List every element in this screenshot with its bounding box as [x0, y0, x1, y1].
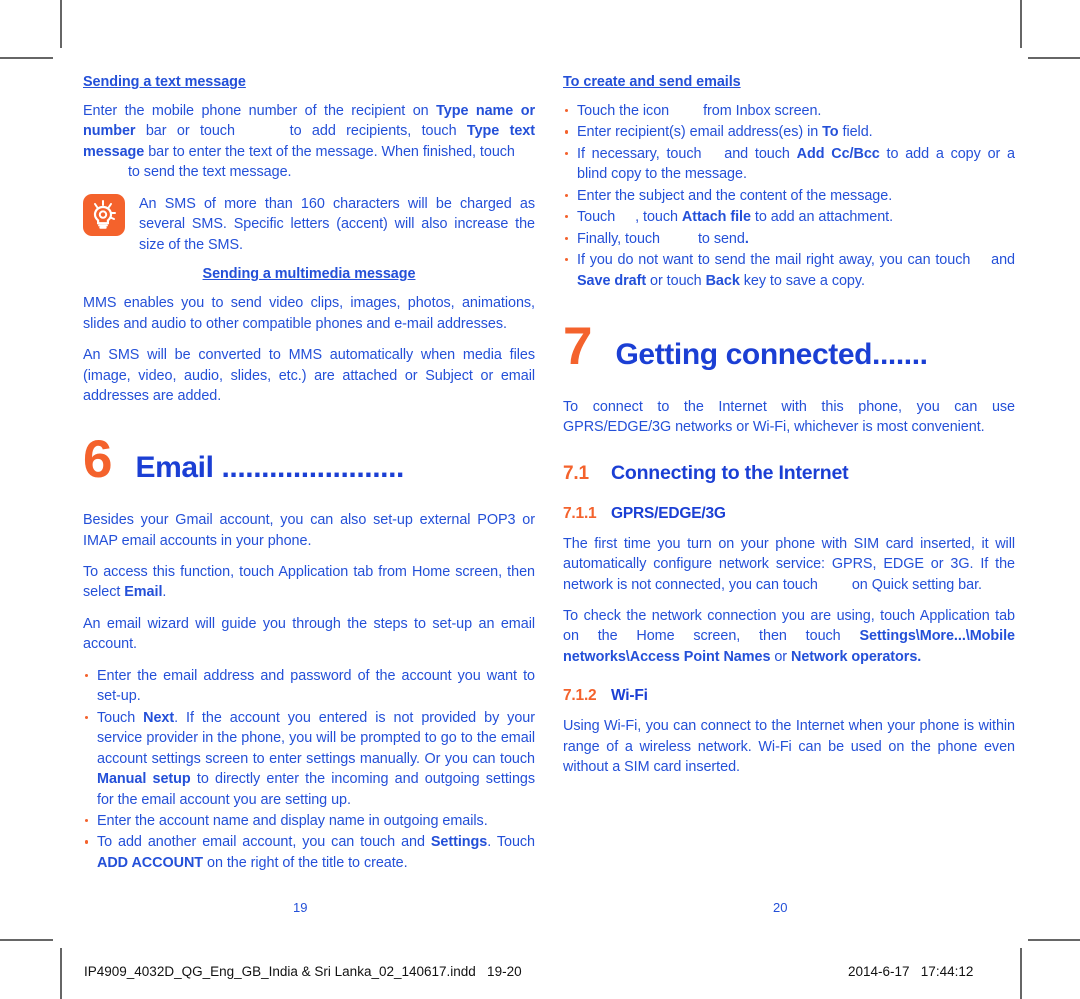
- list-item: Touch the icon from Inbox screen.: [563, 101, 1015, 121]
- subsection-title: GPRS/EDGE/3G: [611, 504, 726, 522]
- bold-text-run: Back: [705, 272, 740, 289]
- text-run: If necessary, touch: [577, 145, 709, 162]
- text-run: and: [401, 834, 431, 851]
- text-run: Enter recipient(s) email address(es) in: [577, 124, 823, 141]
- bold-text-run: Add Cc/Bcc: [796, 145, 880, 162]
- chapter-number: 6: [83, 430, 113, 490]
- paragraph-email-wizard: An email wizard will guide you through t…: [83, 615, 535, 653]
- text-run: key to save a copy.: [739, 272, 865, 289]
- text-run: to send the text message.: [124, 164, 292, 181]
- page-number-left: 19: [293, 900, 308, 915]
- text-run: Touch the icon: [577, 103, 670, 119]
- text-run: on Quick setting bar.: [851, 576, 982, 593]
- text-run: and touch: [724, 145, 797, 162]
- text-run: on the right of the title to create.: [203, 854, 408, 871]
- subsection-heading-wi-fi: 7.1.2 Wi-Fi: [563, 687, 1015, 705]
- text-run: Touch: [97, 709, 144, 726]
- subsection-number: 7.1.1: [563, 504, 597, 522]
- paragraph-wifi-intro: Using Wi-Fi, you can connect to the Inte…: [563, 718, 1015, 776]
- section-title: Connecting to the Internet: [611, 461, 849, 484]
- list-item: If you do not want to send the mail righ…: [563, 250, 1015, 291]
- right-page-column: To create and send emails Touch the icon…: [563, 74, 1015, 789]
- list-item: If necessary, touch and touch Add Cc/Bcc…: [563, 144, 1015, 185]
- heading-sending-a-text-message: Sending a text message: [83, 74, 246, 90]
- bold-text-run: Manual setup: [97, 771, 191, 788]
- tip-text: An SMS of more than 160 characters will …: [139, 195, 535, 253]
- list-email-setup-steps: Enter the email address and password of …: [83, 666, 535, 874]
- list-item: Enter the subject and the content of the…: [563, 186, 1015, 206]
- list-item: To add another email account, you can to…: [83, 832, 535, 873]
- bold-network-operators: Network operators.: [791, 648, 922, 665]
- chapter-heading-getting-connected: 7 Getting connected.......: [563, 317, 1015, 377]
- text-run: or touch: [646, 272, 706, 289]
- bold-email: Email: [124, 584, 163, 601]
- list-item: Touch Next. If the account you entered i…: [83, 708, 535, 810]
- chapter-title: Getting connected.......: [615, 338, 928, 372]
- print-footer-timestamp: 2014-6-17 17:44:12: [848, 964, 974, 979]
- paragraph-gprs-check-connection: To check the network connection you are …: [563, 606, 1015, 667]
- text-run: or: [770, 648, 791, 665]
- heading-to-create-and-send-emails: To create and send emails: [563, 74, 741, 90]
- text-run: bar to enter the text of the message. Wh…: [144, 143, 515, 160]
- send-icon-line: to send the text message.: [83, 162, 535, 182]
- paragraph-email-intro: Besides your Gmail account, you can also…: [83, 512, 535, 549]
- text-run: Enter the mobile phone number of the rec…: [83, 103, 437, 119]
- subsection-title: Wi-Fi: [611, 687, 648, 705]
- paragraph-connection-intro: To connect to the Internet with this pho…: [563, 398, 1015, 436]
- section-heading-connecting-to-the-internet: 7.1 Connecting to the Internet: [563, 462, 1015, 485]
- page-number-right: 20: [773, 900, 788, 915]
- paragraph-mms-intro: MMS enables you to send video clips, ima…: [83, 295, 535, 332]
- text-run: and: [991, 252, 1015, 269]
- chapter-title: Email .......................: [135, 451, 404, 485]
- paragraph-gprs-autoconfigure: The first time you turn on your phone wi…: [563, 534, 1015, 595]
- left-page-column: Sending a text message Enter the mobile …: [83, 74, 535, 884]
- text-run: bar or touch: [135, 123, 246, 140]
- text-run: to add an attachment.: [750, 209, 894, 226]
- list-item: Touch , touch Attach file to add an atta…: [563, 207, 1015, 227]
- bold-text-run: Save draft: [577, 272, 647, 289]
- text-run: Enter the account name and display name …: [97, 813, 488, 830]
- lightbulb-tip-icon: [83, 193, 125, 236]
- chapter-number: 7: [563, 317, 593, 377]
- text-run: to send: [697, 230, 745, 247]
- bold-text-run: Next: [143, 709, 175, 726]
- paragraph-email-access: To access this function, touch Applicati…: [83, 562, 535, 603]
- text-run: , touch: [635, 209, 682, 226]
- subsection-number: 7.1.2: [563, 687, 597, 705]
- tip-callout-sms-length: An SMS of more than 160 characters will …: [83, 193, 535, 255]
- text-run: Enter the subject and the content of the…: [577, 187, 893, 204]
- subsection-heading-gprs-edge-3g: 7.1.1 GPRS/EDGE/3G: [563, 505, 1015, 523]
- list-item: Enter the account name and display name …: [83, 811, 535, 831]
- bold-text-run: Attach file: [681, 209, 751, 226]
- text-run: .: [162, 584, 167, 601]
- text-run: field.: [838, 124, 873, 141]
- bold-text-run: Settings: [430, 834, 488, 851]
- bold-text-run: ADD ACCOUNT: [97, 854, 204, 871]
- text-run: Finally, touch: [577, 230, 664, 247]
- text-run: If you do not want to send the mail righ…: [577, 252, 976, 269]
- paragraph-sending-text-message: Enter the mobile phone number of the rec…: [83, 101, 535, 183]
- chapter-heading-email: 6 Email .......................: [83, 430, 535, 490]
- text-run: . Touch: [487, 834, 536, 851]
- text-run: from Inbox screen.: [703, 103, 822, 119]
- text-run: To add another email account, you can to…: [97, 834, 402, 851]
- document-spread: Sending a text message Enter the mobile …: [0, 0, 1080, 999]
- list-item: Finally, touch to send.: [563, 229, 1015, 249]
- bold-text-run: To: [822, 124, 839, 141]
- text-run: Enter the email address and password of …: [97, 667, 535, 705]
- list-item: Enter the email address and password of …: [83, 666, 535, 707]
- list-create-send-email-steps: Touch the icon from Inbox screen. Enter re…: [563, 101, 1015, 291]
- paragraph-mms-conversion: An SMS will be converted to MMS automati…: [83, 347, 535, 404]
- list-item: Enter recipient(s) email address(es) in …: [563, 122, 1015, 142]
- print-footer-filename: IP4909_4032D_QG_Eng_GB_India & Sri Lanka…: [84, 964, 522, 979]
- text-run: to add recipients, touch: [279, 123, 467, 140]
- heading-sending-a-multimedia-message: Sending a multimedia message: [202, 266, 416, 283]
- section-number: 7.1: [563, 462, 589, 484]
- bold-text-run: .: [744, 230, 749, 247]
- text-run: Touch: [577, 209, 620, 226]
